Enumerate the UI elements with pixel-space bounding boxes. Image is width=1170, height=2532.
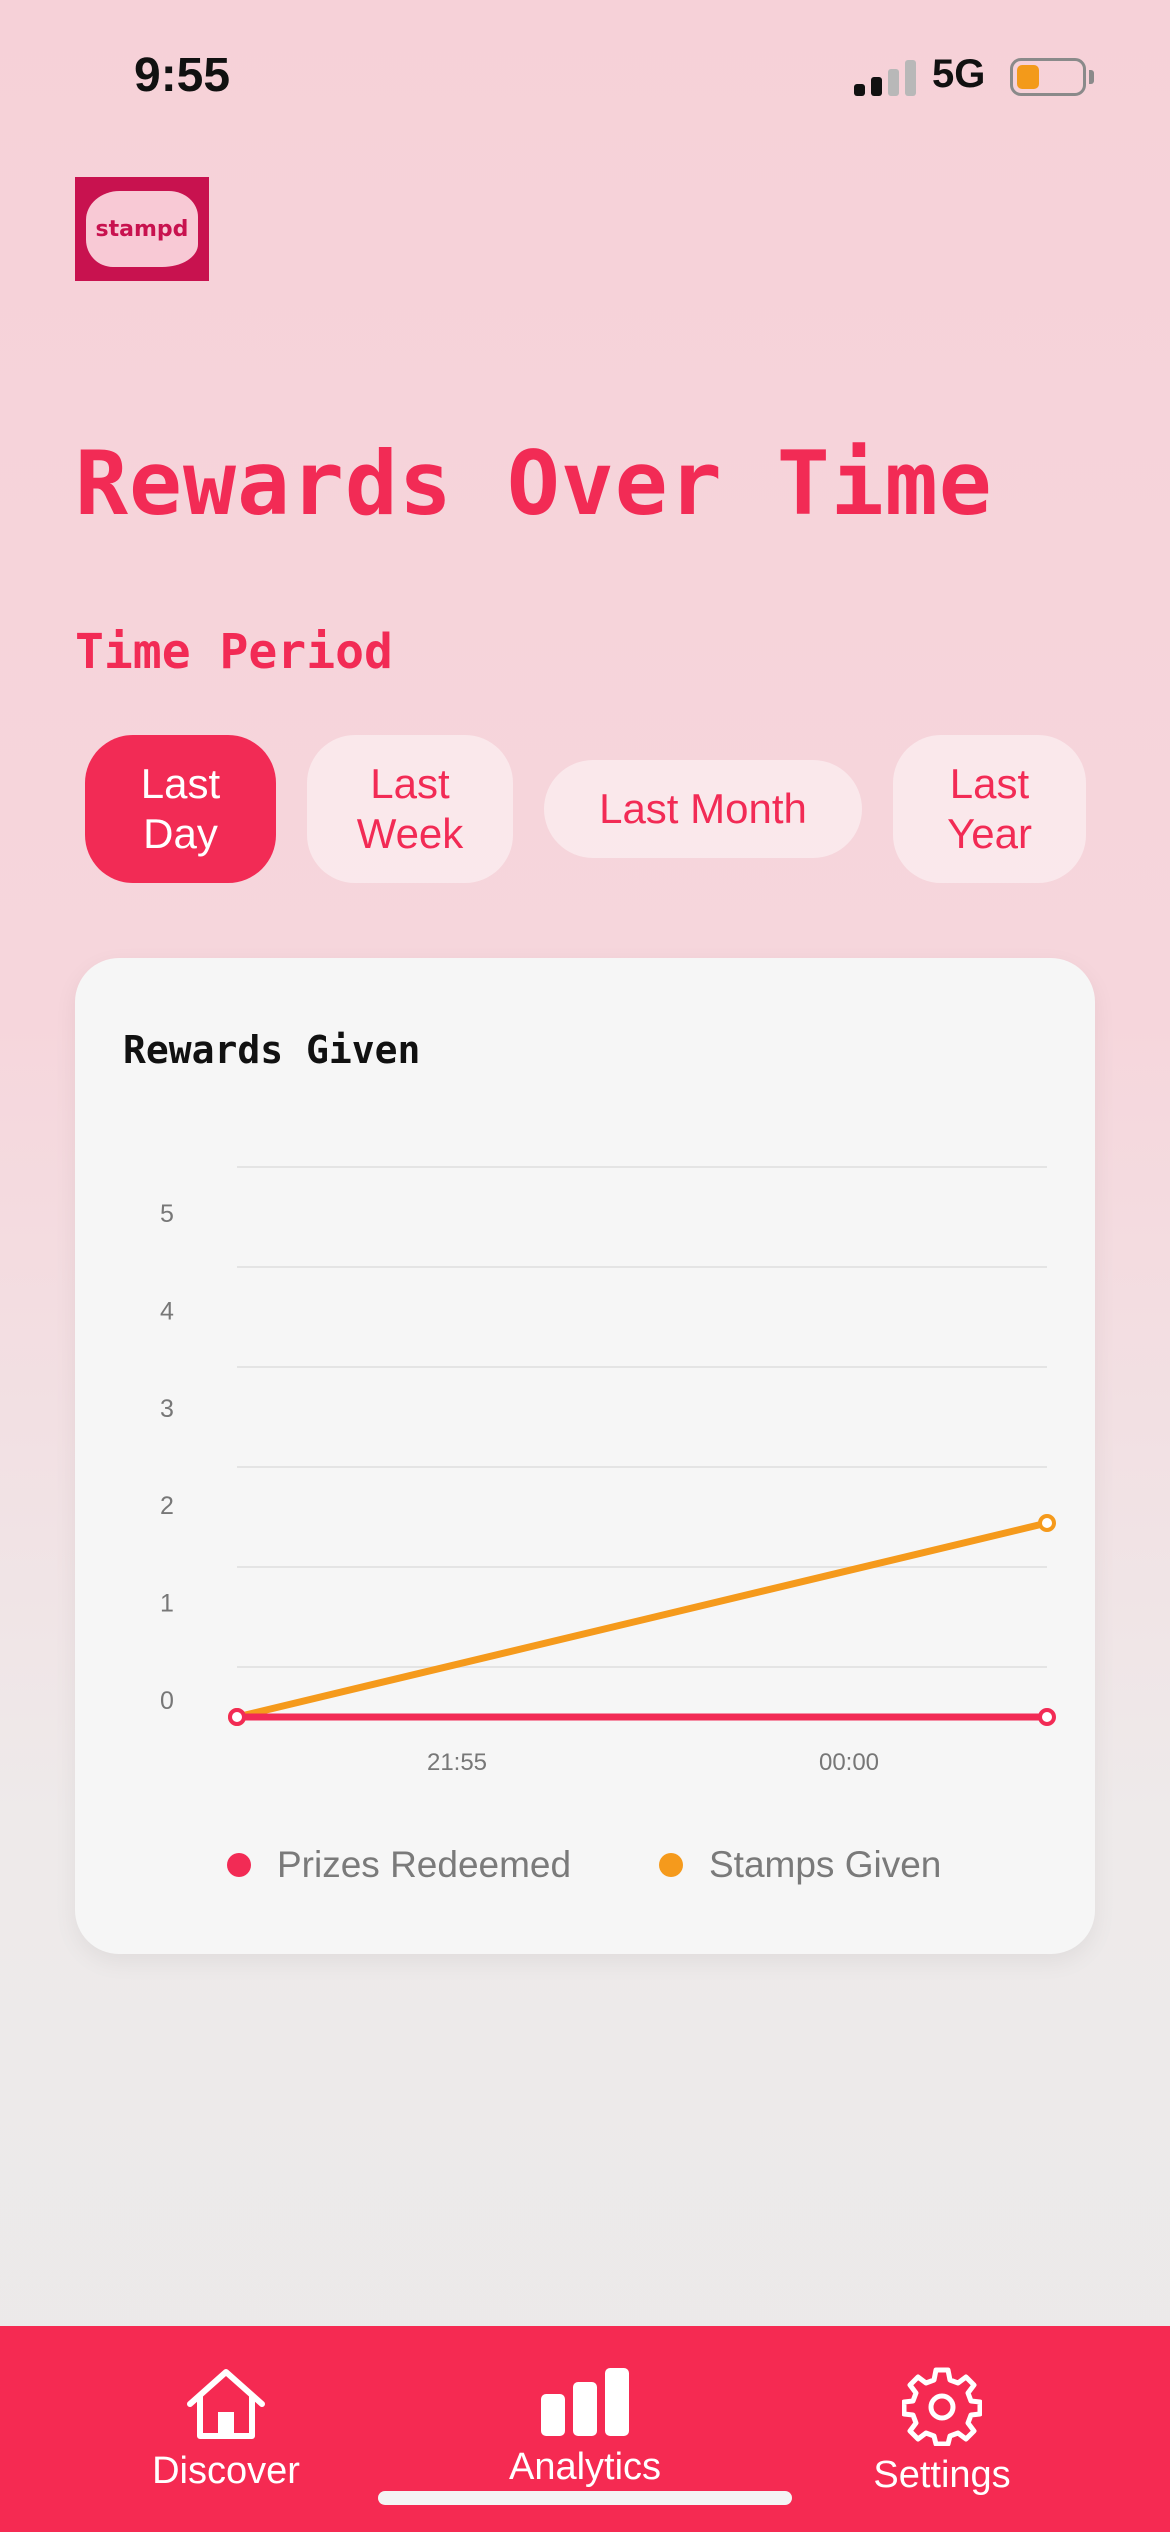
battery-cap	[1089, 70, 1094, 84]
legend-prizes-dot	[227, 1853, 251, 1877]
tab-settings[interactable]: Settings	[866, 2366, 1018, 2497]
logo-text: stampd	[95, 216, 189, 242]
legend-prizes-label: Prizes Redeemed	[277, 1844, 572, 1885]
y-tick-label: 1	[160, 1590, 174, 1618]
series-point-1	[1038, 1514, 1056, 1532]
period-last-year-button[interactable]: Last Year	[893, 735, 1086, 883]
y-tick-label: 5	[160, 1200, 174, 1228]
tab-settings-label: Settings	[873, 2454, 1011, 2496]
house-icon	[187, 2369, 265, 2439]
home-indicator	[378, 2491, 792, 2505]
series-point-0	[1038, 1708, 1056, 1726]
x-tick-label: 21:55	[427, 1749, 487, 1776]
period-last-month-button[interactable]: Last Month	[544, 760, 862, 858]
status-time: 9:55	[134, 49, 231, 102]
legend-stamps-given: Stamps Given	[659, 1844, 941, 1886]
stampd-logo[interactable]: stampd	[75, 177, 209, 281]
x-tick-label: 00:00	[819, 1749, 879, 1776]
series-line-1	[233, 1519, 1051, 1721]
y-tick-label: 3	[160, 1395, 174, 1423]
logo-badge: stampd	[86, 191, 198, 267]
y-tick-label: 2	[160, 1492, 174, 1520]
rewards-chart-card: Rewards Given 0 1 2 3 4 5 21:55 00:00 Prizes Re…	[75, 958, 1095, 1954]
legend-stamps-dot	[659, 1853, 683, 1877]
tab-analytics[interactable]: Analytics	[505, 2366, 665, 2489]
rewards-line-chart: 0 1 2 3 4 5 21:55 00:00	[160, 1166, 1056, 1776]
period-last-day-button[interactable]: Last Day	[85, 735, 276, 883]
network-type: 5G	[932, 52, 986, 96]
signal-icon	[854, 58, 916, 96]
legend-prizes-redeemed: Prizes Redeemed	[227, 1844, 571, 1886]
gear-icon	[902, 2367, 982, 2446]
y-tick-label: 4	[160, 1297, 174, 1325]
y-tick-label: 0	[160, 1687, 174, 1715]
status-bar: 9:55 5G	[0, 0, 1170, 150]
period-last-week-button[interactable]: Last Week	[307, 735, 513, 883]
time-period-label: Time Period	[75, 624, 393, 680]
tab-discover[interactable]: Discover	[150, 2366, 302, 2493]
legend-stamps-label: Stamps Given	[709, 1844, 942, 1885]
battery-icon	[1010, 58, 1086, 96]
tab-analytics-label: Analytics	[508, 2446, 662, 2488]
bar-chart-icon	[541, 2368, 629, 2436]
page-title: Rewards Over Time	[75, 432, 993, 535]
series-point-0	[228, 1708, 246, 1726]
tab-discover-label: Discover	[152, 2450, 300, 2492]
